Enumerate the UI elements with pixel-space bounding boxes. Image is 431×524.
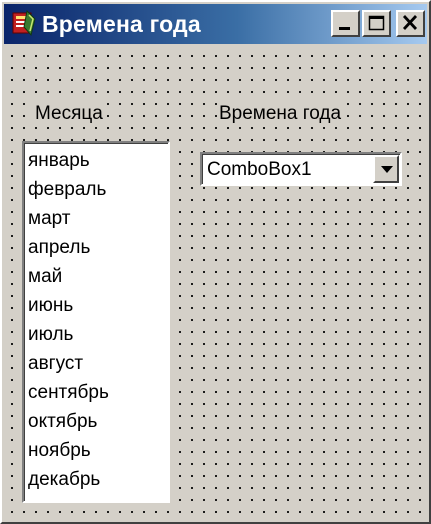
minimize-button[interactable]	[331, 10, 360, 37]
list-item[interactable]: май	[28, 262, 168, 291]
close-icon	[402, 15, 418, 30]
seasons-label: Времена года	[218, 102, 343, 126]
list-item[interactable]: февраль	[28, 175, 168, 204]
list-item[interactable]: июнь	[28, 291, 168, 320]
months-label: Месяца	[34, 102, 104, 126]
months-listbox[interactable]: январь февраль март апрель май июнь июль…	[22, 141, 170, 503]
title-bar[interactable]: Времена года	[4, 4, 427, 44]
close-button[interactable]	[396, 10, 425, 37]
maximize-button[interactable]	[362, 10, 391, 37]
list-item[interactable]: ноябрь	[28, 436, 168, 465]
list-item[interactable]: декабрь	[28, 465, 168, 494]
list-item[interactable]: январь	[28, 146, 168, 175]
dropdown-arrow-icon	[381, 166, 393, 173]
window-title: Времена года	[42, 11, 201, 37]
app-window: Времена года Месяца Времена года январь …	[0, 0, 431, 524]
list-item[interactable]: июль	[28, 320, 168, 349]
list-item[interactable]: март	[28, 204, 168, 233]
list-item[interactable]: сентябрь	[28, 378, 168, 407]
minimize-icon	[339, 27, 350, 30]
combobox-value[interactable]: ComboBox1	[207, 158, 312, 182]
list-item[interactable]: апрель	[28, 233, 168, 262]
app-icon[interactable]	[10, 9, 38, 37]
combobox-dropdown-button[interactable]	[373, 155, 399, 183]
list-item[interactable]: октябрь	[28, 407, 168, 436]
list-item[interactable]: август	[28, 349, 168, 378]
maximize-icon	[368, 15, 385, 31]
form-design-surface: Месяца Времена года январь февраль март …	[4, 46, 427, 520]
seasons-combobox[interactable]: ComboBox1	[200, 152, 402, 186]
